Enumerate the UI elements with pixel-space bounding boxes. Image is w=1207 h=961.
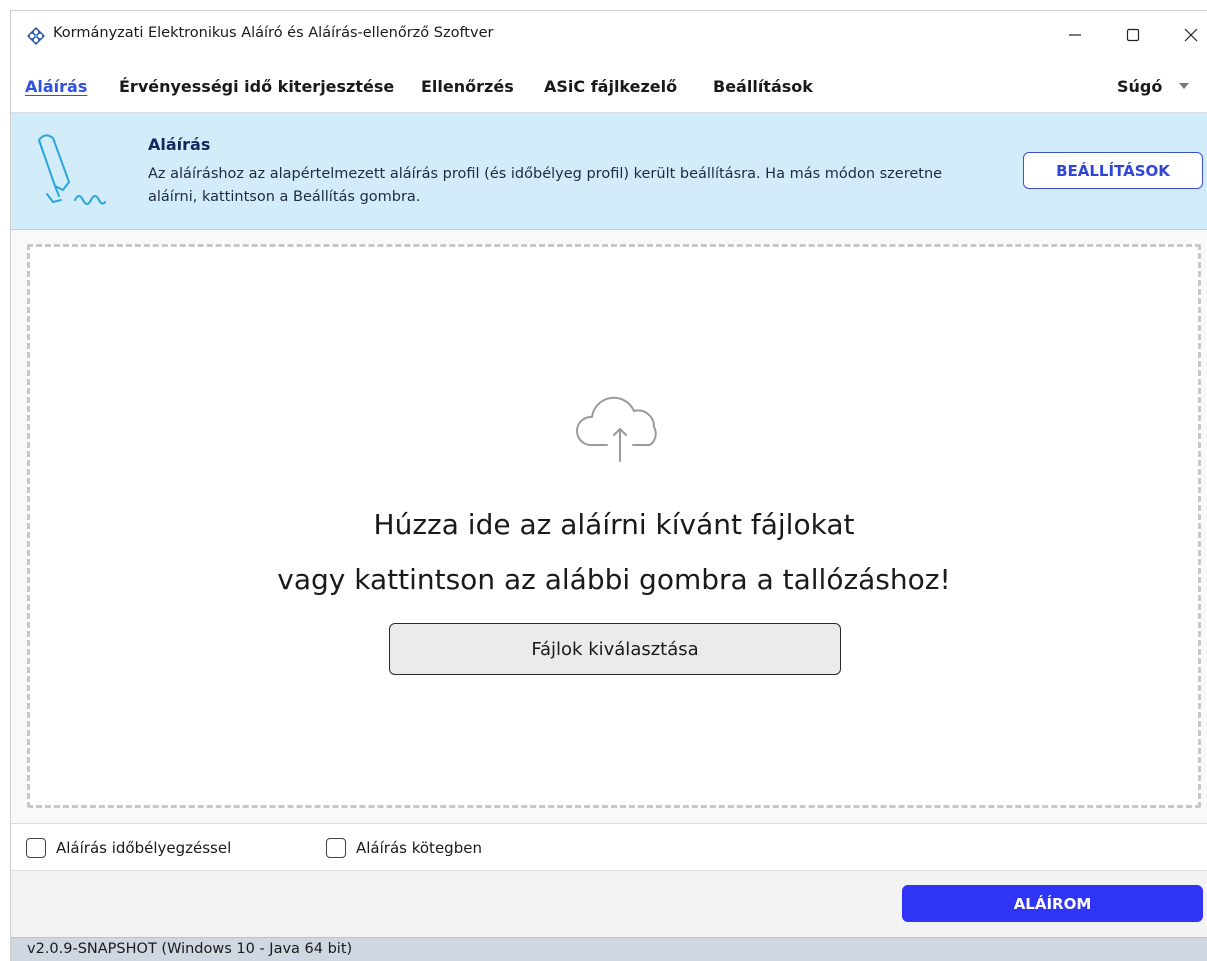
close-icon [1184,28,1198,42]
app-logo-icon [27,27,45,45]
banner-title: Aláírás [148,135,211,154]
version-text: v2.0.9-SNAPSHOT (Windows 10 - Java 64 bi… [27,941,353,957]
maximize-icon [1126,28,1140,42]
choose-files-button[interactable]: Fájlok kiválasztása [389,623,841,675]
menu-item-beallitasok[interactable]: Beállítások [713,77,813,96]
menu-item-alairas[interactable]: Aláírás [25,77,87,96]
title-bar: Kormányzati Elektronikus Aláíró és Aláír… [11,11,1207,59]
maximize-button[interactable] [1104,11,1162,59]
menu-item-sugo[interactable]: Súgó [1117,77,1162,96]
status-bar: v2.0.9-SNAPSHOT (Windows 10 - Java 64 bi… [11,937,1207,961]
chevron-down-icon[interactable] [1179,83,1189,89]
banner-text: Az aláíráshoz az alapértelmezett aláírás… [148,166,943,205]
drop-instruction-line1: Húzza ide az aláírni kívánt fájlokat [373,508,855,541]
action-bar: ALÁÍROM [11,871,1207,937]
timestamp-checkbox[interactable] [26,838,46,858]
minimize-icon [1069,34,1081,36]
menu-item-ellenorzes[interactable]: Ellenőrzés [421,77,514,96]
sign-button[interactable]: ALÁÍROM [902,885,1203,922]
cloud-upload-icon [576,396,657,462]
file-drop-zone[interactable]: Húzza ide az aláírni kívánt fájlokat vag… [27,244,1201,808]
close-button[interactable] [1162,11,1207,59]
info-banner: Aláírás Az aláíráshoz az alapértelmezett… [11,113,1207,230]
batch-checkbox[interactable] [326,838,346,858]
pen-signature-icon [38,134,106,205]
options-row: Aláírás időbélyegzéssel Aláírás kötegben [11,823,1207,871]
batch-checkbox-label[interactable]: Aláírás kötegben [356,839,482,857]
drop-instruction-line2: vagy kattintson az alábbi gombra a talló… [277,563,951,596]
menu-item-ervenyesseg[interactable]: Érvényességi idő kiterjesztése [119,77,394,96]
settings-button[interactable]: BEÁLLÍTÁSOK [1023,152,1203,189]
app-window: Kormányzati Elektronikus Aláíró és Aláír… [10,10,1207,961]
window-title: Kormányzati Elektronikus Aláíró és Aláír… [53,25,494,41]
menu-item-asic[interactable]: ASiC fájlkezelő [544,77,677,96]
minimize-button[interactable] [1046,11,1104,59]
timestamp-checkbox-label[interactable]: Aláírás időbélyegzéssel [56,839,231,857]
menu-bar: Aláírás Érvényességi idő kiterjesztése E… [11,59,1207,113]
